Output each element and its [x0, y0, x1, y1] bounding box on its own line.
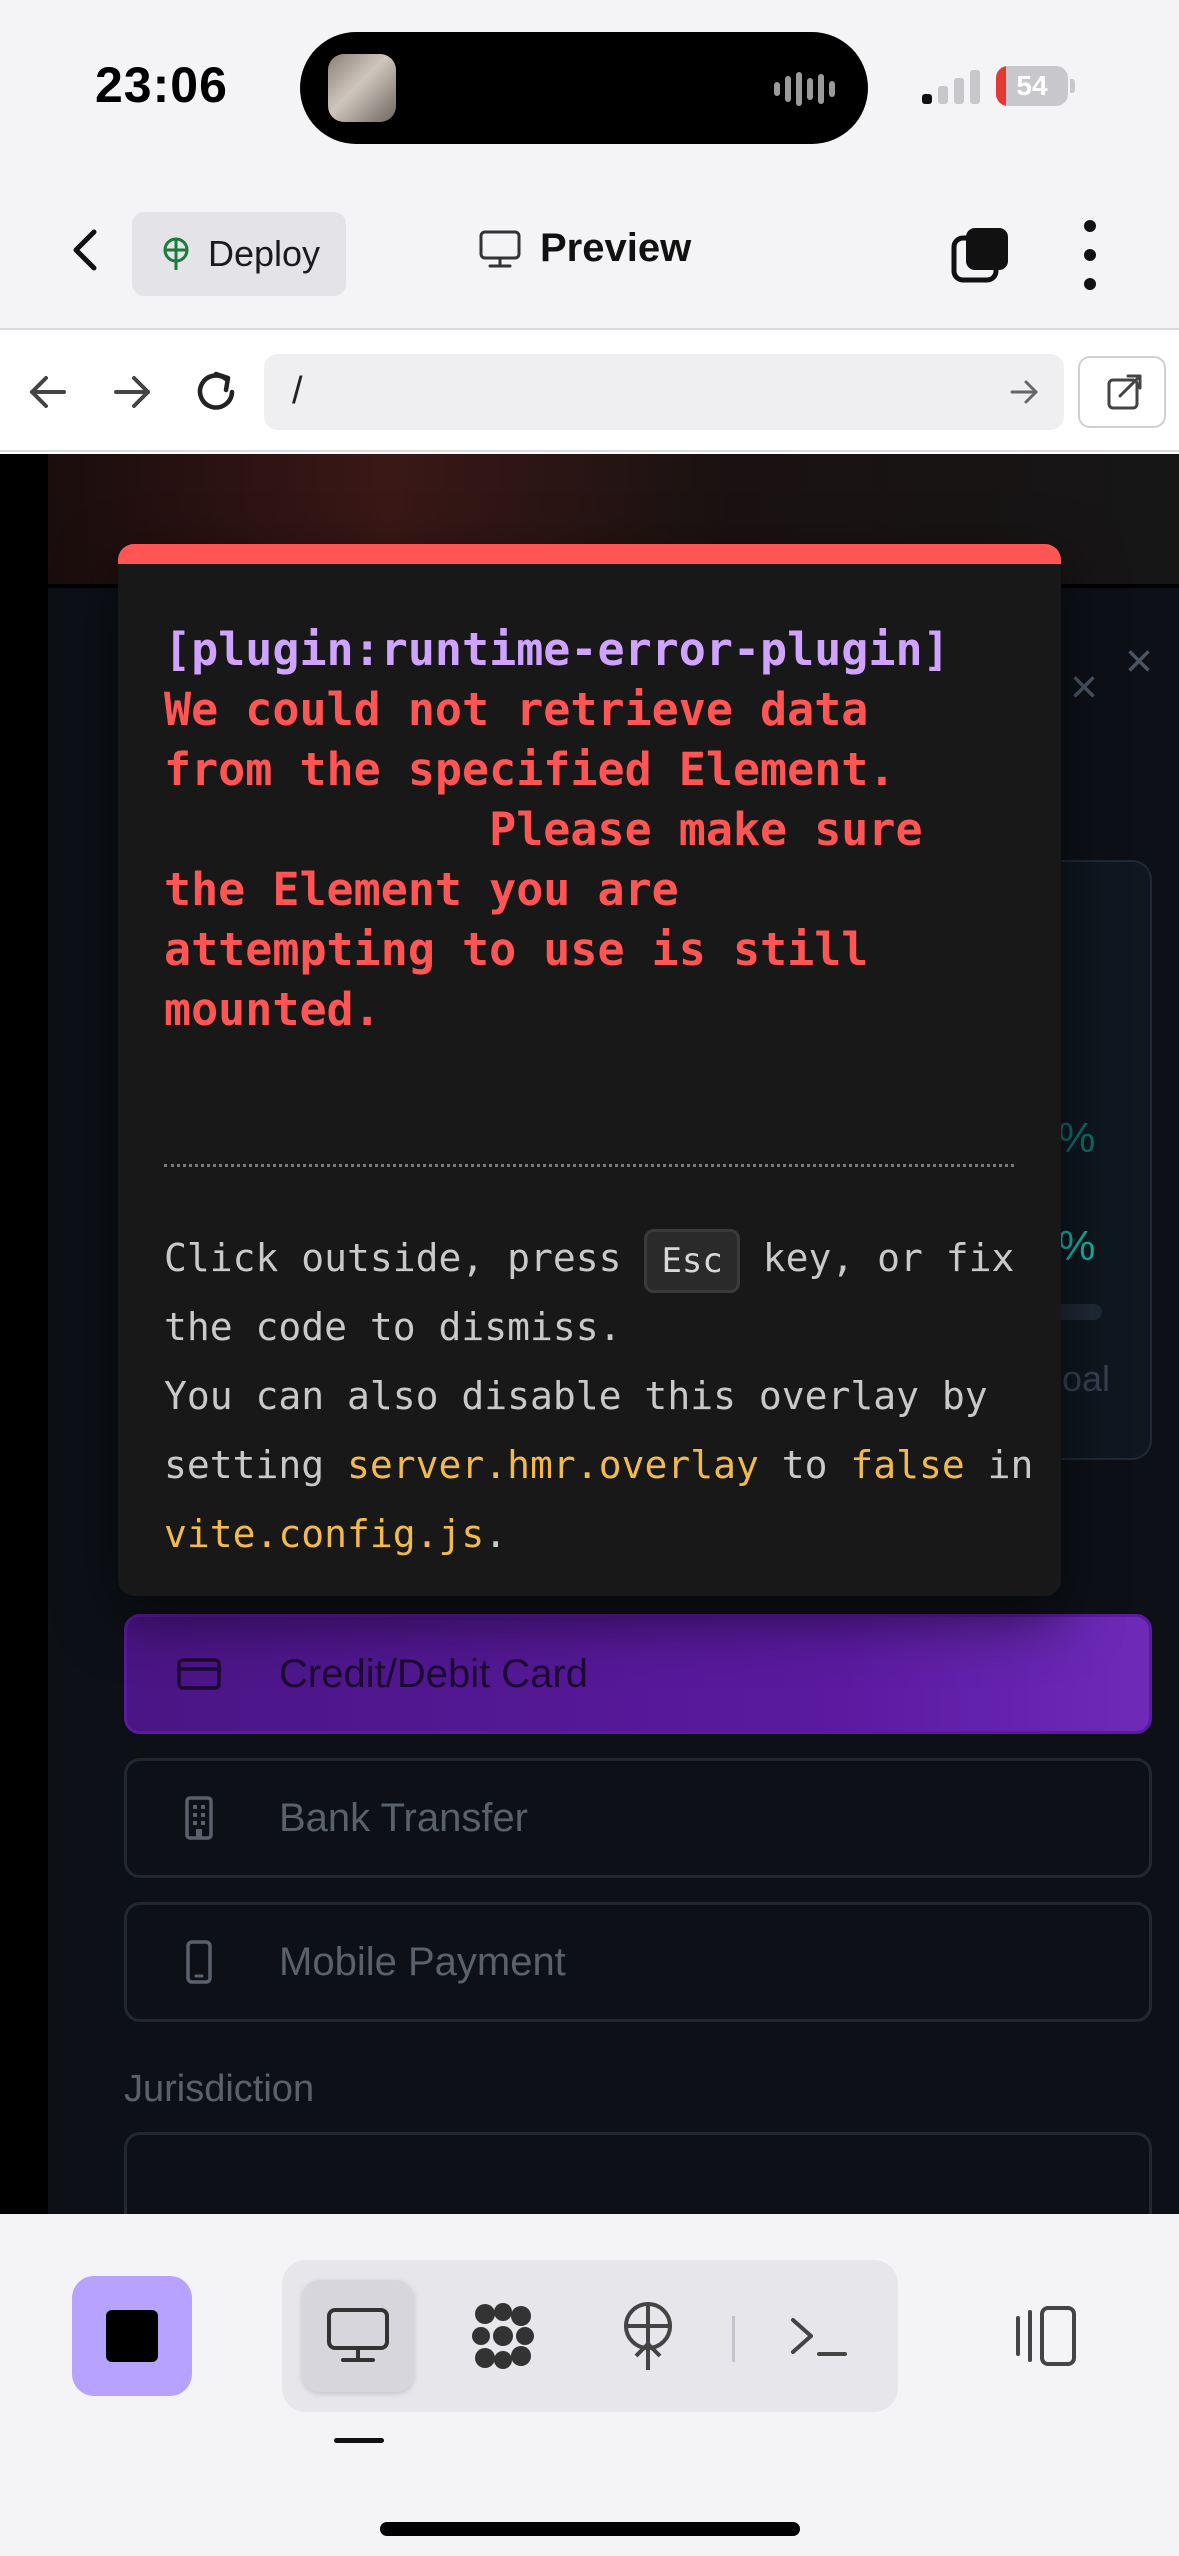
- payment-option-mobile[interactable]: Mobile Payment: [124, 1902, 1152, 2022]
- arrow-left-icon[interactable]: [18, 362, 78, 422]
- audio-waveform-icon: [774, 72, 838, 106]
- integrations-tab-button[interactable]: [447, 2280, 559, 2392]
- arrow-right-icon[interactable]: [102, 362, 162, 422]
- payment-option-card[interactable]: Credit/Debit Card: [124, 1614, 1152, 1734]
- building-icon: [185, 1796, 213, 1840]
- battery-level: 54: [1016, 70, 1048, 101]
- error-message: [plugin:runtime-error-plugin] We could n…: [164, 620, 1014, 1040]
- grid-nodes-icon: [472, 2303, 534, 2369]
- url-text: /: [292, 370, 303, 412]
- background-percent-highlight: %: [1058, 1222, 1096, 1269]
- preview-tab-button[interactable]: [302, 2280, 414, 2392]
- config-file: vite.config.js: [164, 1512, 485, 1556]
- tool-switcher: [282, 2260, 898, 2412]
- esc-key: Esc: [644, 1228, 740, 1293]
- error-overlay[interactable]: [plugin:runtime-error-plugin] We could n…: [118, 544, 1061, 1596]
- side-panel-icon: [1016, 2306, 1076, 2366]
- browser-toolbar: /: [0, 330, 1179, 452]
- preview-title: Preview: [478, 226, 691, 271]
- tabs-button[interactable]: [950, 224, 1012, 284]
- deploy-button[interactable]: Deploy: [132, 212, 346, 296]
- credit-card-icon: [177, 1658, 221, 1690]
- terminal-tab-button[interactable]: [762, 2280, 874, 2392]
- more-options-button[interactable]: [1070, 220, 1110, 290]
- refresh-icon[interactable]: [186, 362, 246, 422]
- background-goal-text: oal: [1062, 1358, 1111, 1399]
- active-tab-indicator: [334, 2438, 384, 2443]
- deploy-tree-icon: [624, 2302, 672, 2370]
- modal-close-icon[interactable]: ×: [1070, 660, 1098, 715]
- monitor-icon: [327, 2308, 389, 2362]
- error-plugin-name: [plugin:runtime-error-plugin]: [164, 623, 950, 676]
- battery-icon: 54: [996, 66, 1068, 106]
- now-playing-artwork: [328, 54, 396, 122]
- payment-option-label: Bank Transfer: [279, 1795, 529, 1840]
- close-icon[interactable]: ×: [1125, 634, 1153, 689]
- status-time: 23:06: [95, 57, 228, 113]
- jurisdiction-label: Jurisdiction: [124, 2068, 315, 2110]
- config-value: false: [850, 1443, 965, 1487]
- preview-label: Preview: [540, 226, 692, 270]
- cellular-signal-icon: [922, 70, 982, 104]
- deploy-icon: [163, 237, 189, 270]
- error-tip: Click outside, press Esc key, or fix the…: [164, 1224, 1034, 1569]
- panel-layout-button[interactable]: [1006, 2296, 1086, 2376]
- error-text: We could not retrieve data from the spec…: [164, 683, 923, 1036]
- home-indicator[interactable]: [380, 2522, 800, 2536]
- payment-option-bank[interactable]: Bank Transfer: [124, 1758, 1152, 1878]
- external-link-icon: [1107, 374, 1142, 410]
- stop-icon: [106, 2310, 158, 2362]
- stop-button[interactable]: [72, 2276, 192, 2396]
- deploy-label: Deploy: [208, 233, 321, 274]
- status-bar: 23:06 54: [0, 0, 1179, 170]
- jurisdiction-select[interactable]: [124, 2132, 1152, 2214]
- phone-icon: [186, 1940, 212, 1984]
- app-header: Deploy Preview: [0, 170, 1179, 330]
- dynamic-island: [300, 32, 868, 144]
- toolbar-divider: [732, 2316, 735, 2362]
- monitor-icon: [479, 230, 521, 267]
- bottom-toolbar: [0, 2214, 1179, 2556]
- error-divider: [164, 1164, 1014, 1167]
- deploy-tab-button[interactable]: [592, 2280, 704, 2392]
- payment-option-label: Credit/Debit Card: [279, 1651, 589, 1696]
- payment-option-label: Mobile Payment: [279, 1939, 566, 1984]
- background-percent: %: [1058, 1114, 1096, 1161]
- config-key: server.hmr.overlay: [347, 1443, 759, 1487]
- terminal-icon: [791, 2318, 847, 2356]
- chevron-left-icon: [73, 229, 97, 271]
- open-external-button[interactable]: [1078, 356, 1166, 428]
- url-input[interactable]: /: [264, 354, 1064, 430]
- back-button[interactable]: [60, 220, 110, 280]
- tabs-icon: [951, 228, 1008, 283]
- go-arrow-icon[interactable]: [1004, 372, 1044, 412]
